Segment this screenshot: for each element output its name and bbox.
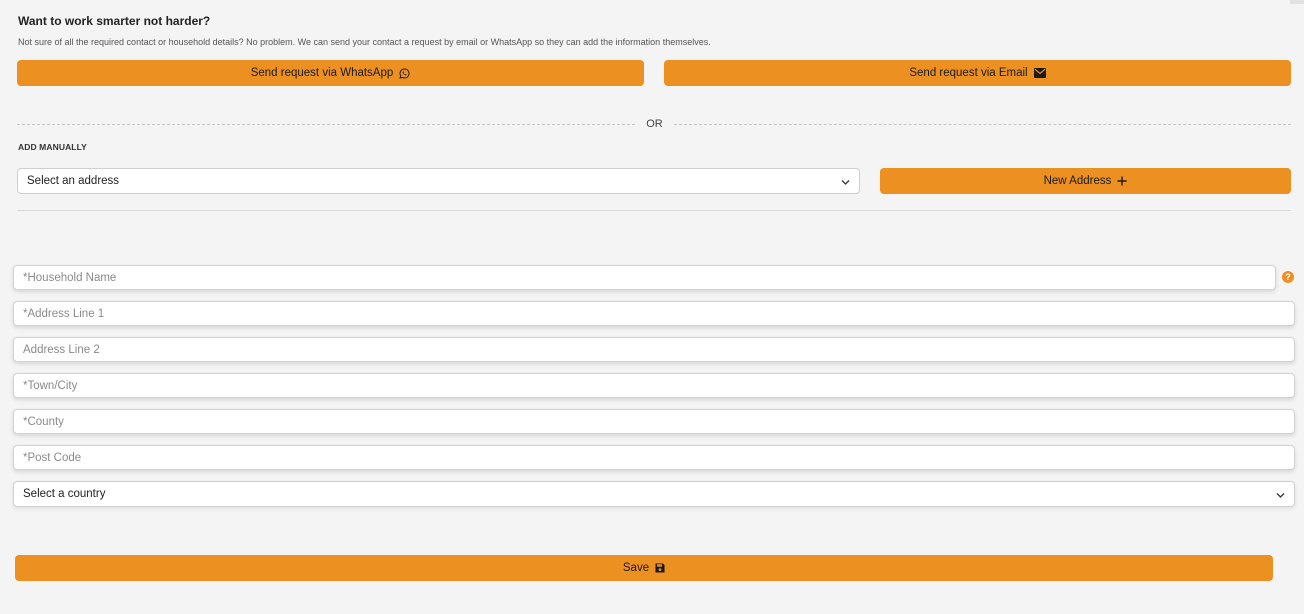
address-line-1-input[interactable] <box>13 301 1295 326</box>
intro-description: Not sure of all the required contact or … <box>18 37 711 47</box>
add-household-page: Want to work smarter not harder? Not sur… <box>0 0 1304 614</box>
help-icon[interactable]: ? <box>1282 271 1294 283</box>
or-separator-text: OR <box>646 118 663 130</box>
send-whatsapp-request-button[interactable]: Send request via WhatsApp <box>17 60 644 86</box>
floppy-disk-icon <box>655 563 665 573</box>
country-select[interactable]: Select a country <box>13 481 1295 507</box>
separator-line-left <box>17 124 635 125</box>
chevron-down-icon <box>841 177 850 189</box>
household-name-input[interactable] <box>13 265 1276 290</box>
chevron-down-icon <box>1276 490 1285 502</box>
email-button-label: Send request via Email <box>909 67 1028 79</box>
plus-icon <box>1117 176 1127 186</box>
section-divider <box>17 210 1291 211</box>
whatsapp-icon <box>399 68 410 79</box>
new-address-button[interactable]: New Address <box>880 168 1291 194</box>
address-select[interactable]: Select an address <box>17 168 860 194</box>
separator-line-right <box>674 124 1291 125</box>
send-email-request-button[interactable]: Send request via Email <box>664 60 1291 86</box>
window-corner <box>1290 0 1304 4</box>
envelope-icon <box>1033 68 1046 78</box>
whatsapp-button-label: Send request via WhatsApp <box>250 67 394 79</box>
new-address-label: New Address <box>1043 175 1112 187</box>
address-line-2-input[interactable] <box>13 337 1295 362</box>
county-input[interactable] <box>13 409 1295 434</box>
town-city-input[interactable] <box>13 373 1295 398</box>
address-select-value: Select an address <box>27 175 120 187</box>
post-code-input[interactable] <box>13 445 1295 470</box>
save-button[interactable]: Save <box>15 555 1273 581</box>
country-select-value: Select a country <box>23 488 106 500</box>
intro-title: Want to work smarter not harder? <box>18 14 211 28</box>
save-button-label: Save <box>622 562 650 574</box>
add-manually-heading: ADD MANUALLY <box>18 142 87 152</box>
